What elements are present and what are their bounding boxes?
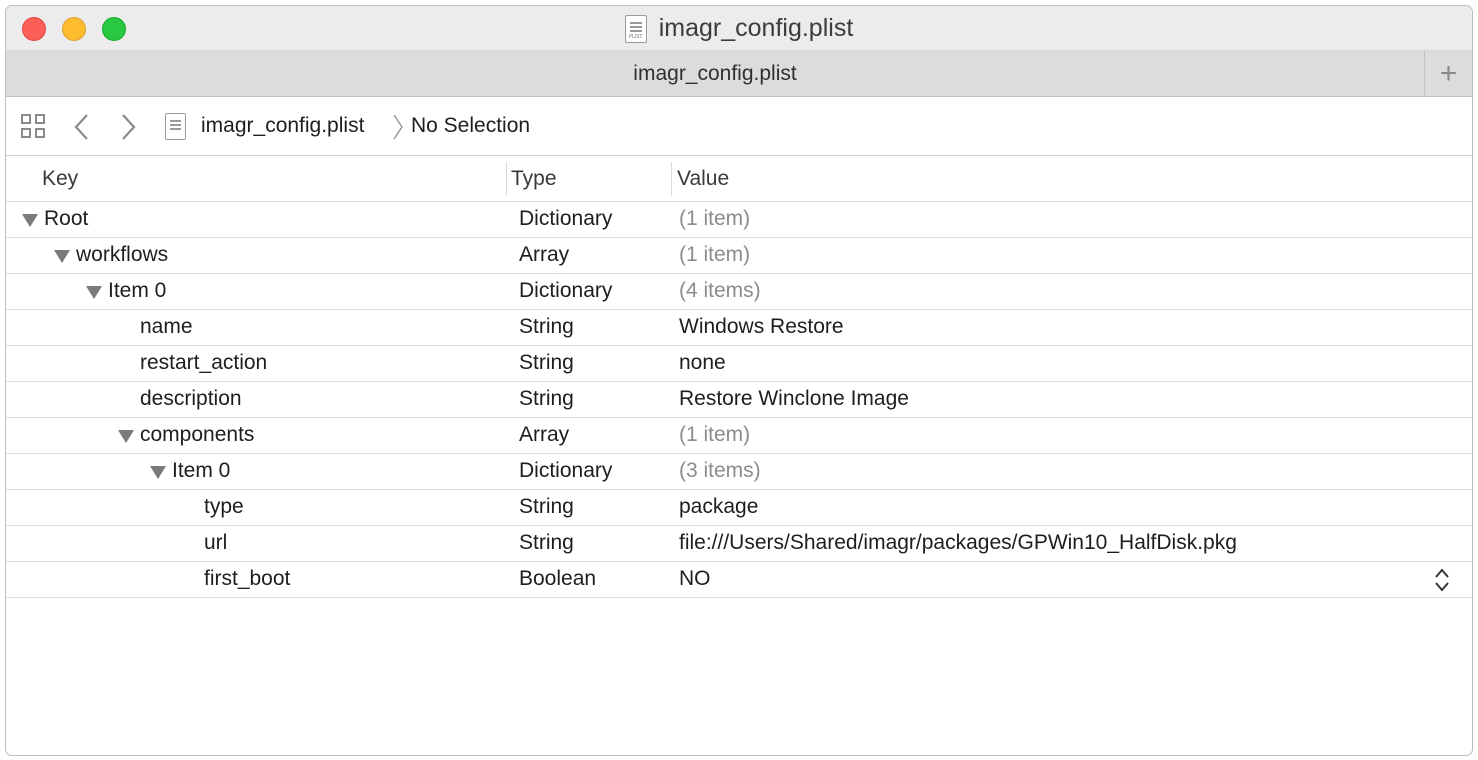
row-value: (1 item)	[679, 207, 751, 230]
chevron-right-icon[interactable]	[118, 112, 138, 142]
row-key[interactable]: description	[140, 387, 242, 411]
row-value: (1 item)	[679, 243, 751, 266]
plist-table: Key Type Value Root Dictionary (1 item) …	[6, 157, 1472, 598]
row-value: (4 items)	[679, 279, 761, 302]
row-type[interactable]: Dictionary	[519, 279, 612, 303]
row-type[interactable]: Array	[519, 243, 569, 267]
title-bar: PLIST imagr_config.plist	[6, 6, 1472, 51]
plist-file-icon-tag: PLIST	[628, 33, 643, 40]
row-key: Item 0	[172, 459, 231, 482]
row-type[interactable]: String	[519, 495, 574, 519]
table-row[interactable]: url String file:///Users/Shared/imagr/pa…	[6, 526, 1472, 562]
plus-icon: +	[1439, 57, 1458, 90]
table-header: Key Type Value	[6, 157, 1472, 202]
table-row[interactable]: workflows Array (1 item)	[6, 238, 1472, 274]
table-row[interactable]: type String package	[6, 490, 1472, 526]
row-type[interactable]: String	[519, 531, 574, 555]
row-value[interactable]: package	[679, 495, 758, 519]
row-key: workflows	[76, 243, 169, 266]
breadcrumb-selection[interactable]: No Selection	[411, 114, 530, 138]
table-row[interactable]: components Array (1 item)	[6, 418, 1472, 454]
table-row[interactable]: Root Dictionary (1 item)	[6, 202, 1472, 238]
disclosure-triangle-icon[interactable]	[118, 430, 134, 443]
table-row[interactable]: Item 0 Dictionary (4 items)	[6, 274, 1472, 310]
row-key: Root	[44, 207, 89, 230]
row-key[interactable]: name	[140, 315, 193, 339]
related-items-grid-icon[interactable]	[21, 114, 48, 141]
row-type[interactable]: String	[519, 315, 574, 339]
table-row[interactable]: description String Restore Winclone Imag…	[6, 382, 1472, 418]
chevron-left-icon[interactable]	[72, 112, 92, 142]
row-key[interactable]: components	[140, 423, 254, 447]
row-key[interactable]: restart_action	[140, 351, 267, 375]
tab-bar: imagr_config.plist +	[6, 51, 1472, 97]
breadcrumb-file[interactable]: imagr_config.plist	[201, 114, 364, 138]
boolean-stepper-icon[interactable]	[1434, 567, 1450, 593]
row-key[interactable]: first_boot	[204, 567, 290, 591]
column-header-value[interactable]: Value	[677, 167, 729, 191]
table-row[interactable]: first_boot Boolean NO	[6, 562, 1472, 598]
tab-label: imagr_config.plist	[633, 62, 797, 85]
row-value[interactable]: NO	[679, 567, 711, 591]
row-value[interactable]: Windows Restore	[679, 315, 844, 339]
row-type[interactable]: Boolean	[519, 567, 596, 591]
table-row[interactable]: name String Windows Restore	[6, 310, 1472, 346]
disclosure-triangle-icon[interactable]	[86, 286, 102, 299]
disclosure-triangle-icon[interactable]	[54, 250, 70, 263]
disclosure-triangle-icon[interactable]	[22, 214, 38, 227]
row-value[interactable]: file:///Users/Shared/imagr/packages/GPWi…	[679, 531, 1237, 555]
column-divider[interactable]	[671, 162, 672, 196]
window-title-group: PLIST imagr_config.plist	[6, 6, 1472, 51]
new-tab-button[interactable]: +	[1424, 51, 1472, 97]
row-value[interactable]: none	[679, 351, 726, 375]
row-type[interactable]: Array	[519, 423, 569, 447]
breadcrumb-separator-icon	[393, 114, 403, 140]
column-divider[interactable]	[506, 162, 507, 196]
table-row[interactable]: Item 0 Dictionary (3 items)	[6, 454, 1472, 490]
jump-bar: imagr_config.plist No Selection	[6, 98, 1472, 156]
row-type[interactable]: String	[519, 351, 574, 375]
tab-imagr-config[interactable]: imagr_config.plist	[6, 51, 1424, 97]
row-value: (3 items)	[679, 459, 761, 482]
row-value[interactable]: Restore Winclone Image	[679, 387, 909, 411]
column-header-type[interactable]: Type	[511, 167, 557, 191]
row-value: (1 item)	[679, 423, 751, 446]
row-key: Item 0	[108, 279, 167, 302]
column-header-key[interactable]: Key	[42, 167, 78, 191]
window-title: imagr_config.plist	[658, 14, 854, 42]
editor-window: PLIST imagr_config.plist imagr_config.pl…	[5, 5, 1473, 756]
row-type[interactable]: String	[519, 387, 574, 411]
breadcrumb-file-icon	[165, 113, 186, 140]
row-key[interactable]: url	[204, 531, 227, 555]
plist-file-icon: PLIST	[624, 14, 647, 43]
row-key[interactable]: type	[204, 495, 244, 519]
row-type[interactable]: Dictionary	[519, 459, 612, 483]
disclosure-triangle-icon[interactable]	[150, 466, 166, 479]
table-row[interactable]: restart_action String none	[6, 346, 1472, 382]
row-type[interactable]: Dictionary	[519, 207, 612, 231]
